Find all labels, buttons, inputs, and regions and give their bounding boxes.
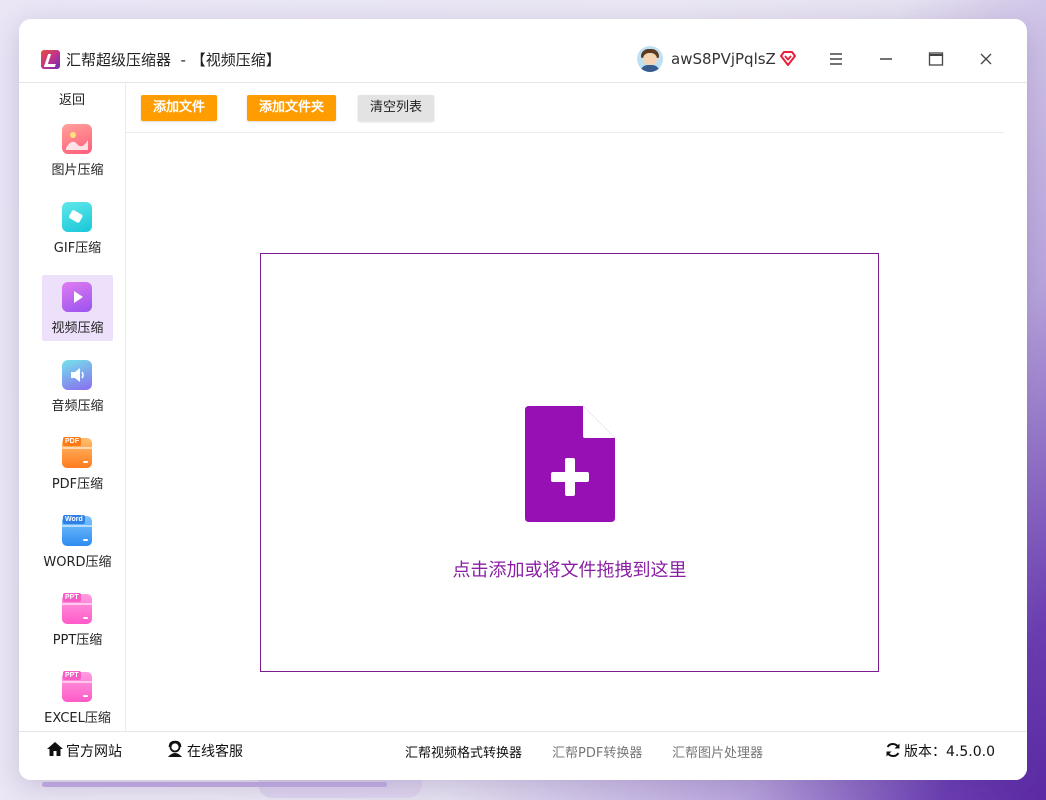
- window-bottom-edge: [19, 769, 1027, 780]
- minimize-icon[interactable]: [871, 45, 901, 73]
- add-folder-button[interactable]: 添加文件夹: [247, 95, 337, 121]
- video-converter-link[interactable]: 汇帮视频格式转换器: [405, 742, 522, 761]
- app-window: 汇帮超级压缩器 - 【视频压缩】 awS8PVjPqlsZ 返回 图片压缩 GI…: [19, 19, 1027, 780]
- word-tag: Word: [63, 515, 85, 524]
- refresh-icon[interactable]: [885, 742, 901, 758]
- app-title: 汇帮超级压缩器 - 【视频压缩】: [66, 51, 281, 69]
- word-compress-icon: Word: [62, 515, 92, 546]
- sidebar-item-label: 音频压缩: [51, 399, 104, 414]
- excel-compress-icon: PPT: [62, 671, 92, 702]
- excel-tag: PPT: [63, 671, 81, 680]
- sidebar-item-label: 视频压缩: [51, 321, 104, 336]
- title-bar: 汇帮超级压缩器 - 【视频压缩】 awS8PVjPqlsZ: [19, 19, 1027, 83]
- sidebar-item-label: EXCEL压缩: [44, 711, 111, 726]
- pdf-compress-icon: PDF: [62, 437, 92, 468]
- pdf-converter-link[interactable]: 汇帮PDF转换器: [552, 742, 642, 761]
- footer: 官方网站 在线客服 汇帮视频格式转换器 汇帮PDF转换器 汇帮图片处理器 版本：…: [19, 731, 1027, 770]
- sidebar-item-label: GIF压缩: [53, 241, 102, 256]
- file-add-icon: [525, 406, 615, 522]
- customer-service-icon: [168, 740, 182, 757]
- close-icon[interactable]: [971, 45, 1001, 73]
- image-compress-icon: [62, 124, 92, 154]
- ppt-compress-icon: PPT: [62, 593, 92, 624]
- sidebar-item-pdf[interactable]: PDF PDF压缩: [42, 431, 113, 497]
- sidebar-item-ppt[interactable]: PPT PPT压缩: [42, 587, 113, 653]
- sidebar-item-label: PPT压缩: [52, 633, 103, 648]
- sidebar-item-excel[interactable]: PPT EXCEL压缩: [42, 665, 113, 731]
- sidebar-item-audio[interactable]: 音频压缩: [42, 353, 113, 419]
- back-link[interactable]: 返回: [19, 89, 125, 108]
- file-list-area: 点击添加或将文件拖拽到这里: [126, 133, 1004, 730]
- sidebar-item-label: 图片压缩: [51, 163, 104, 178]
- sidebar-item-gif[interactable]: GIF压缩: [42, 195, 113, 261]
- background-decoration-bar: [42, 782, 387, 787]
- add-file-button[interactable]: 添加文件: [141, 95, 218, 121]
- image-processor-link[interactable]: 汇帮图片处理器: [672, 742, 763, 761]
- video-compress-icon: [62, 282, 92, 312]
- sidebar-item-video[interactable]: 视频压缩: [42, 275, 113, 341]
- app-logo-icon: [41, 50, 60, 69]
- sidebar-item-word[interactable]: Word WORD压缩: [42, 509, 113, 575]
- user-avatar[interactable]: [637, 46, 663, 72]
- drop-hint-text: 点击添加或将文件拖拽到这里: [452, 560, 687, 581]
- gif-compress-icon: [62, 202, 92, 232]
- sidebar-item-label: PDF压缩: [51, 477, 104, 492]
- vip-diamond-icon[interactable]: [779, 49, 797, 67]
- audio-compress-icon: [62, 360, 92, 390]
- official-website-link[interactable]: 官方网站: [66, 741, 122, 761]
- toolbar: 添加文件 添加文件夹 清空列表: [126, 83, 1004, 133]
- pdf-tag: PDF: [63, 437, 81, 446]
- sidebar: 返回 图片压缩 GIF压缩 视频压缩 音频压缩 PDF PDF压缩 Word W…: [19, 83, 126, 731]
- sidebar-item-label: WORD压缩: [43, 555, 112, 570]
- menu-icon[interactable]: [821, 45, 851, 73]
- home-icon: [47, 742, 63, 756]
- username[interactable]: awS8PVjPqlsZ: [671, 50, 776, 68]
- ppt-tag: PPT: [63, 593, 81, 602]
- online-support-link[interactable]: 在线客服: [187, 741, 243, 761]
- sidebar-item-image[interactable]: 图片压缩: [42, 117, 113, 183]
- version-label: 版本：4.5.0.0: [904, 744, 995, 760]
- clear-list-button[interactable]: 清空列表: [358, 95, 435, 121]
- maximize-icon[interactable]: [921, 45, 951, 73]
- drop-zone[interactable]: 点击添加或将文件拖拽到这里: [260, 253, 879, 672]
